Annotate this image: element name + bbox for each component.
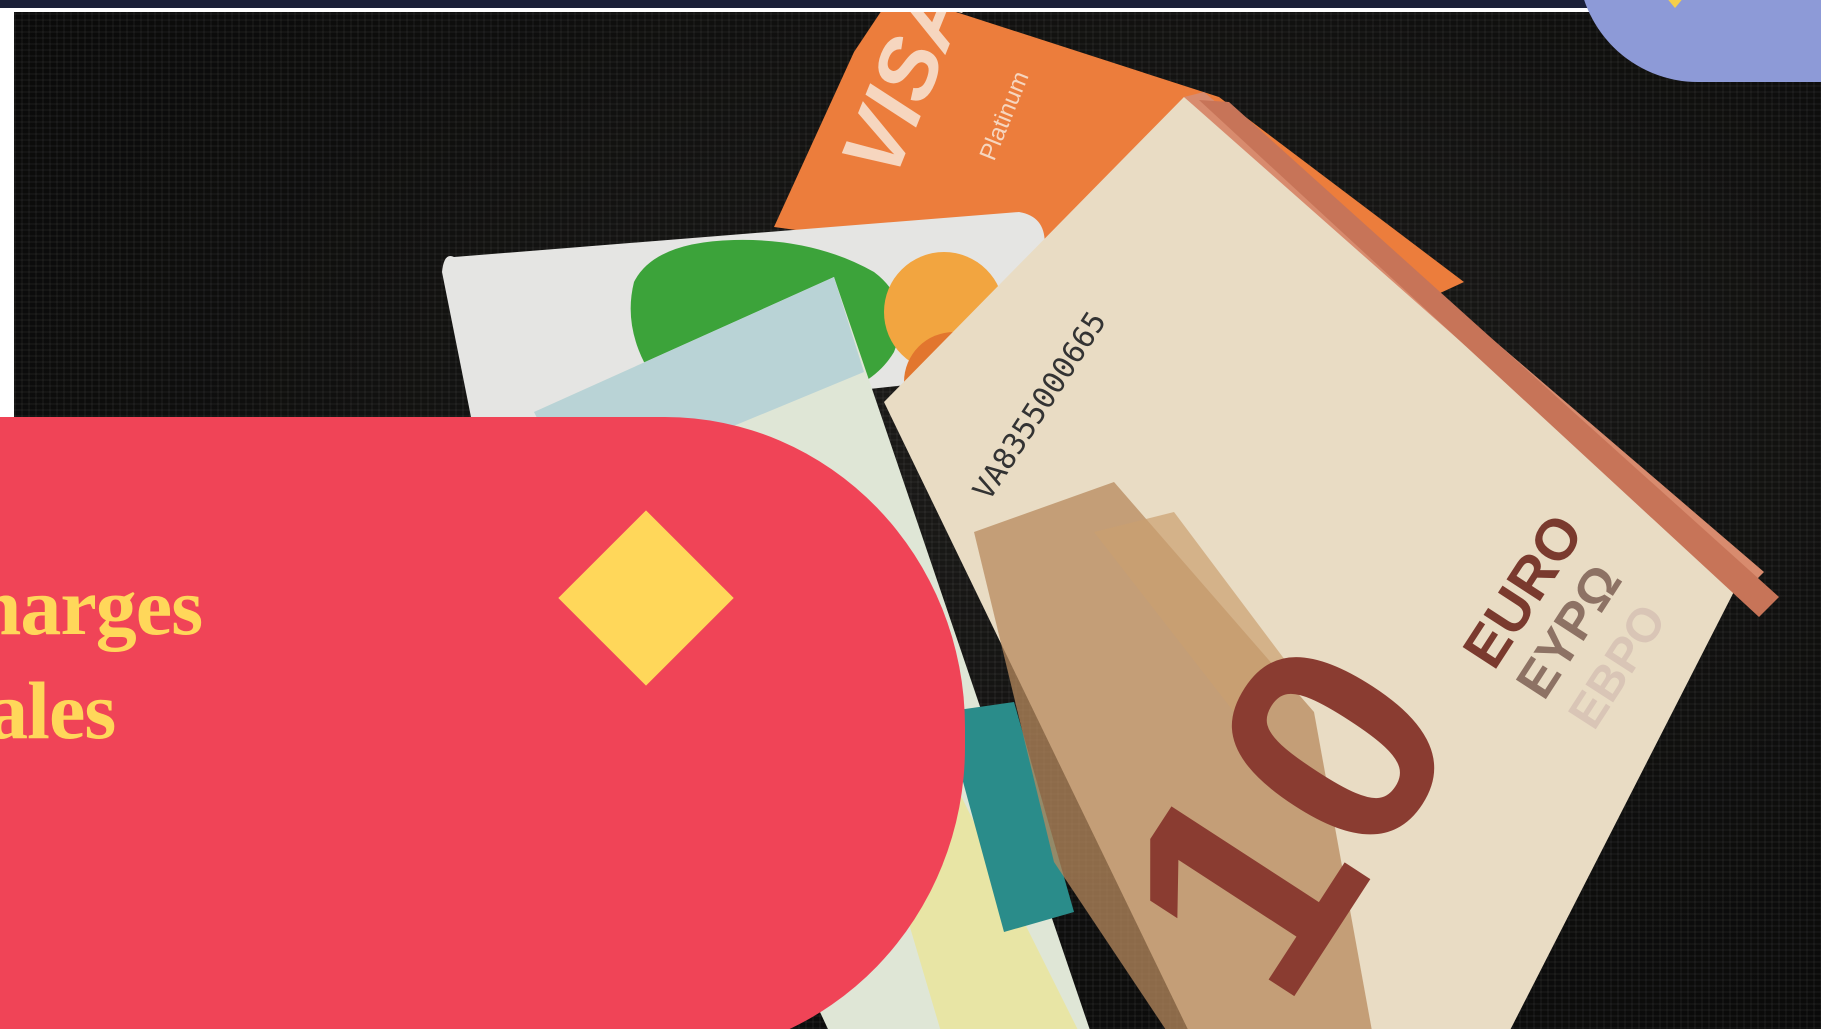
hero-title: s charges ariales	[0, 555, 450, 763]
hero-title-line-2: ariales	[0, 665, 116, 756]
top-border	[0, 0, 1821, 8]
hero-title-line-1: s charges	[0, 561, 203, 652]
thumbnail-frame: VISA Platinum VA8355000665 EURO ΕΥΡΩ ЕВР…	[0, 0, 1821, 1029]
